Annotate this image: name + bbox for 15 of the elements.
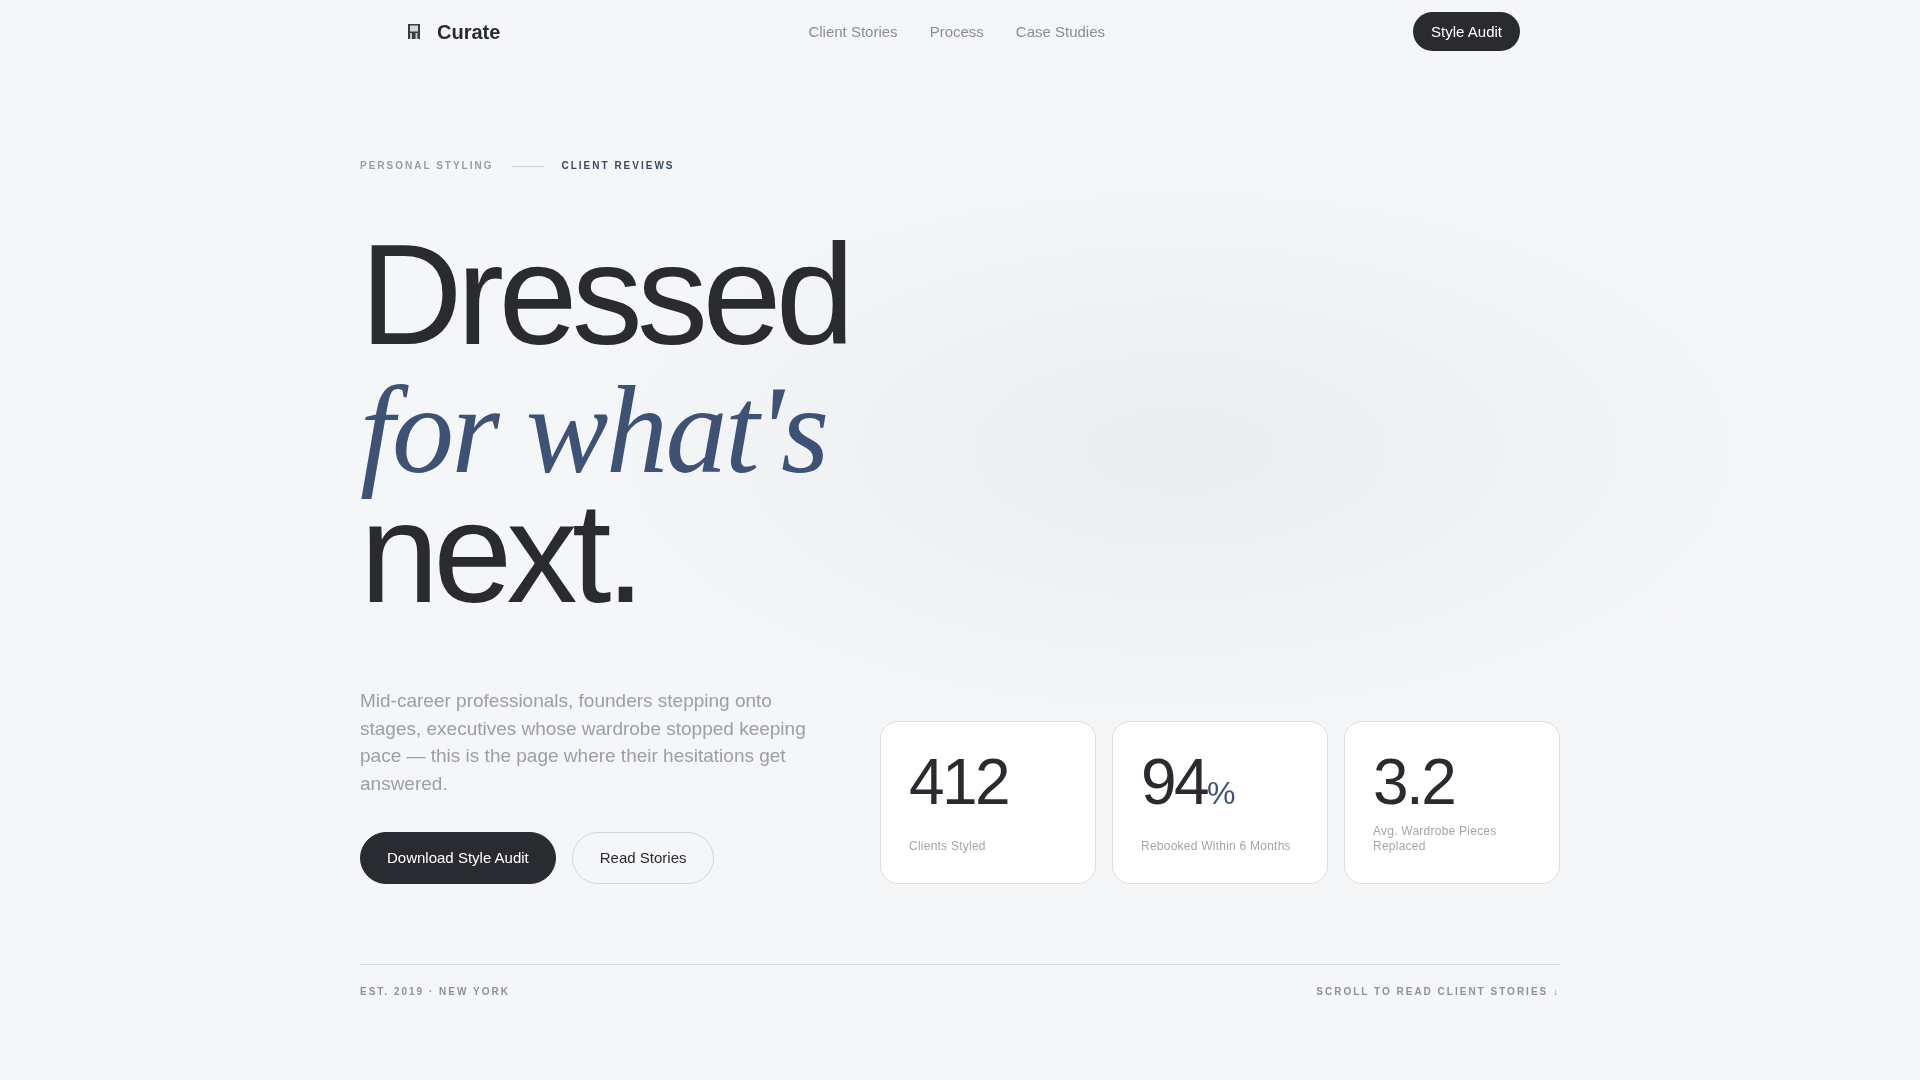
- stat-label: Avg. Wardrobe Pieces Replaced: [1373, 824, 1498, 854]
- breadcrumb-category: PERSONAL STYLING: [360, 159, 494, 173]
- stat-value: 3.2: [1373, 750, 1456, 815]
- stat-value: 94%: [1141, 750, 1237, 815]
- primary-button[interactable]: Download Style Audit: [360, 832, 556, 885]
- hero-headline: Dressed for what's next.: [360, 231, 850, 617]
- stat-value: 412: [909, 750, 1010, 815]
- hero-intro: Mid-career professionals, founders stepping onto stages, executives whose wardrobe stopped keeping pace — this is the page where their hesitations get answered.: [360, 689, 807, 796]
- footer-note: EST. 2019 · NEW YORK: [360, 985, 510, 1000]
- style-audit-button[interactable]: Style Audit: [1413, 12, 1520, 51]
- door-icon: [408, 24, 420, 39]
- stat-label: Clients Styled: [909, 838, 987, 854]
- breadcrumb-current: CLIENT REVIEWS: [561, 159, 675, 173]
- brand-name[interactable]: Curate: [437, 19, 501, 44]
- stat-label: Rebooked Within 6 Months: [1141, 838, 1292, 854]
